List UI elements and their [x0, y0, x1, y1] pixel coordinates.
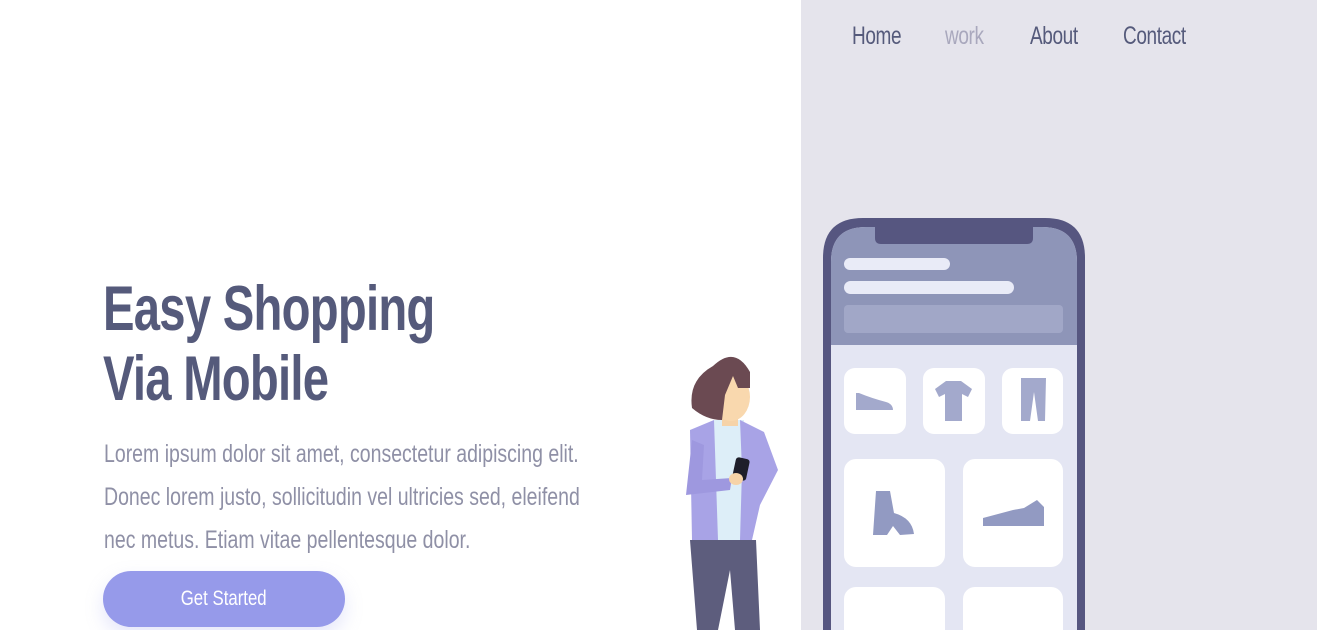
- phone-mockup: [823, 218, 1085, 630]
- woman-figure: [686, 356, 778, 630]
- shopping-illustration: [686, 218, 1085, 630]
